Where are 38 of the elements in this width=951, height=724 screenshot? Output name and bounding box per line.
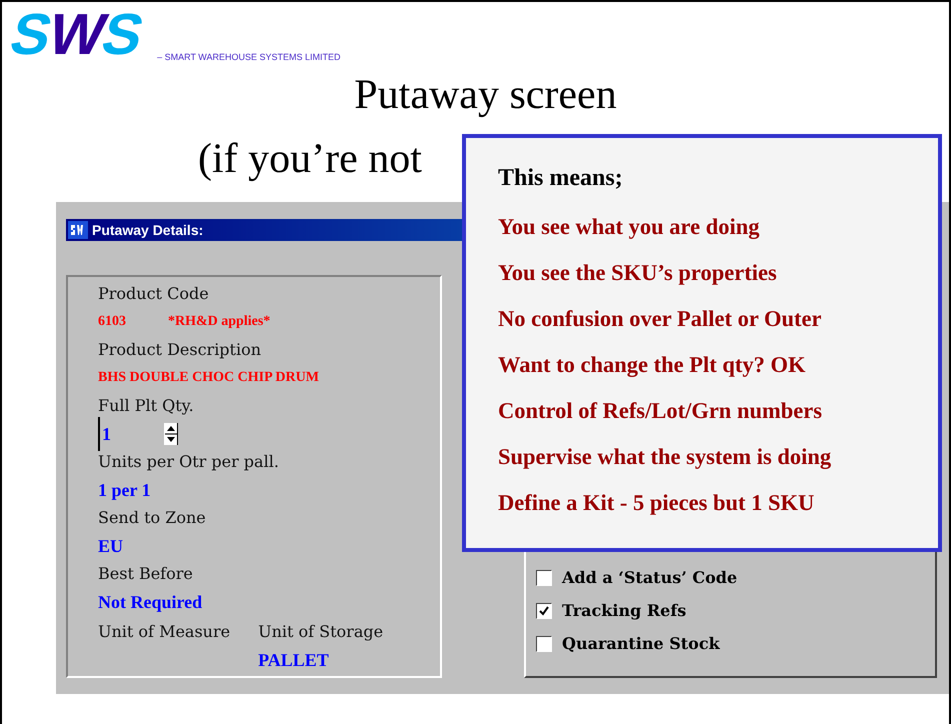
slide-subtitle: (if you’re not — [198, 136, 422, 182]
option-label: Tracking Refs — [562, 601, 686, 620]
option-label: Add a ‘Status’ Code — [562, 568, 738, 587]
callout-point: Supervise what the system is doing — [498, 443, 832, 471]
callout-point: Control of Refs/Lot/Grn numbers — [498, 397, 823, 425]
slide-title: Putaway screen — [353, 71, 618, 120]
field-value: PALLET — [258, 649, 330, 672]
field-label: Best Before — [98, 563, 194, 585]
field-label: Unit of Storage — [258, 621, 384, 643]
callout-point: No confusion over Pallet or Outer — [498, 305, 823, 333]
window-title: Putaway Details: — [92, 222, 204, 238]
spinner-arrows-icon[interactable] — [164, 423, 178, 445]
field-label: Full Plt Qty. — [98, 395, 195, 417]
quantity-spinner[interactable]: 1 — [98, 417, 178, 451]
field-label: Units per Otr per pall. — [98, 451, 280, 473]
field-label: Send to Zone — [98, 507, 207, 529]
field-label: Unit of Measure — [98, 621, 230, 643]
field-value: *RH&D applies* — [168, 313, 270, 331]
field-label: Product Code — [98, 283, 210, 305]
field-value: EU — [98, 535, 124, 558]
callout-point: Want to change the Plt qty? OK — [498, 351, 806, 379]
field-label: Product Description — [98, 339, 262, 361]
checkmark-icon — [539, 606, 549, 616]
checkbox[interactable] — [536, 570, 552, 586]
company-tagline: – SMART WAREHOUSE SYSTEMS LIMITED — [157, 52, 340, 62]
app-icon — [68, 221, 88, 239]
checkbox[interactable] — [536, 602, 552, 618]
field-value: 6103 — [98, 313, 126, 331]
callout-heading: This means; — [498, 164, 624, 193]
checkbox[interactable] — [536, 636, 552, 652]
logo-text: SWS — [3, 2, 150, 68]
callout-point: Define a Kit - 5 pieces but 1 SKU — [498, 489, 816, 517]
field-value: 1 per 1 — [98, 479, 151, 502]
callout-point: You see what you are doing — [498, 213, 760, 241]
field-value: BHS DOUBLE CHOC CHIP DRUM — [98, 369, 319, 387]
callout-point: You see the SKU’s properties — [498, 259, 778, 287]
field-value: Not Required — [98, 591, 202, 614]
option-label: Quarantine Stock — [562, 634, 720, 653]
